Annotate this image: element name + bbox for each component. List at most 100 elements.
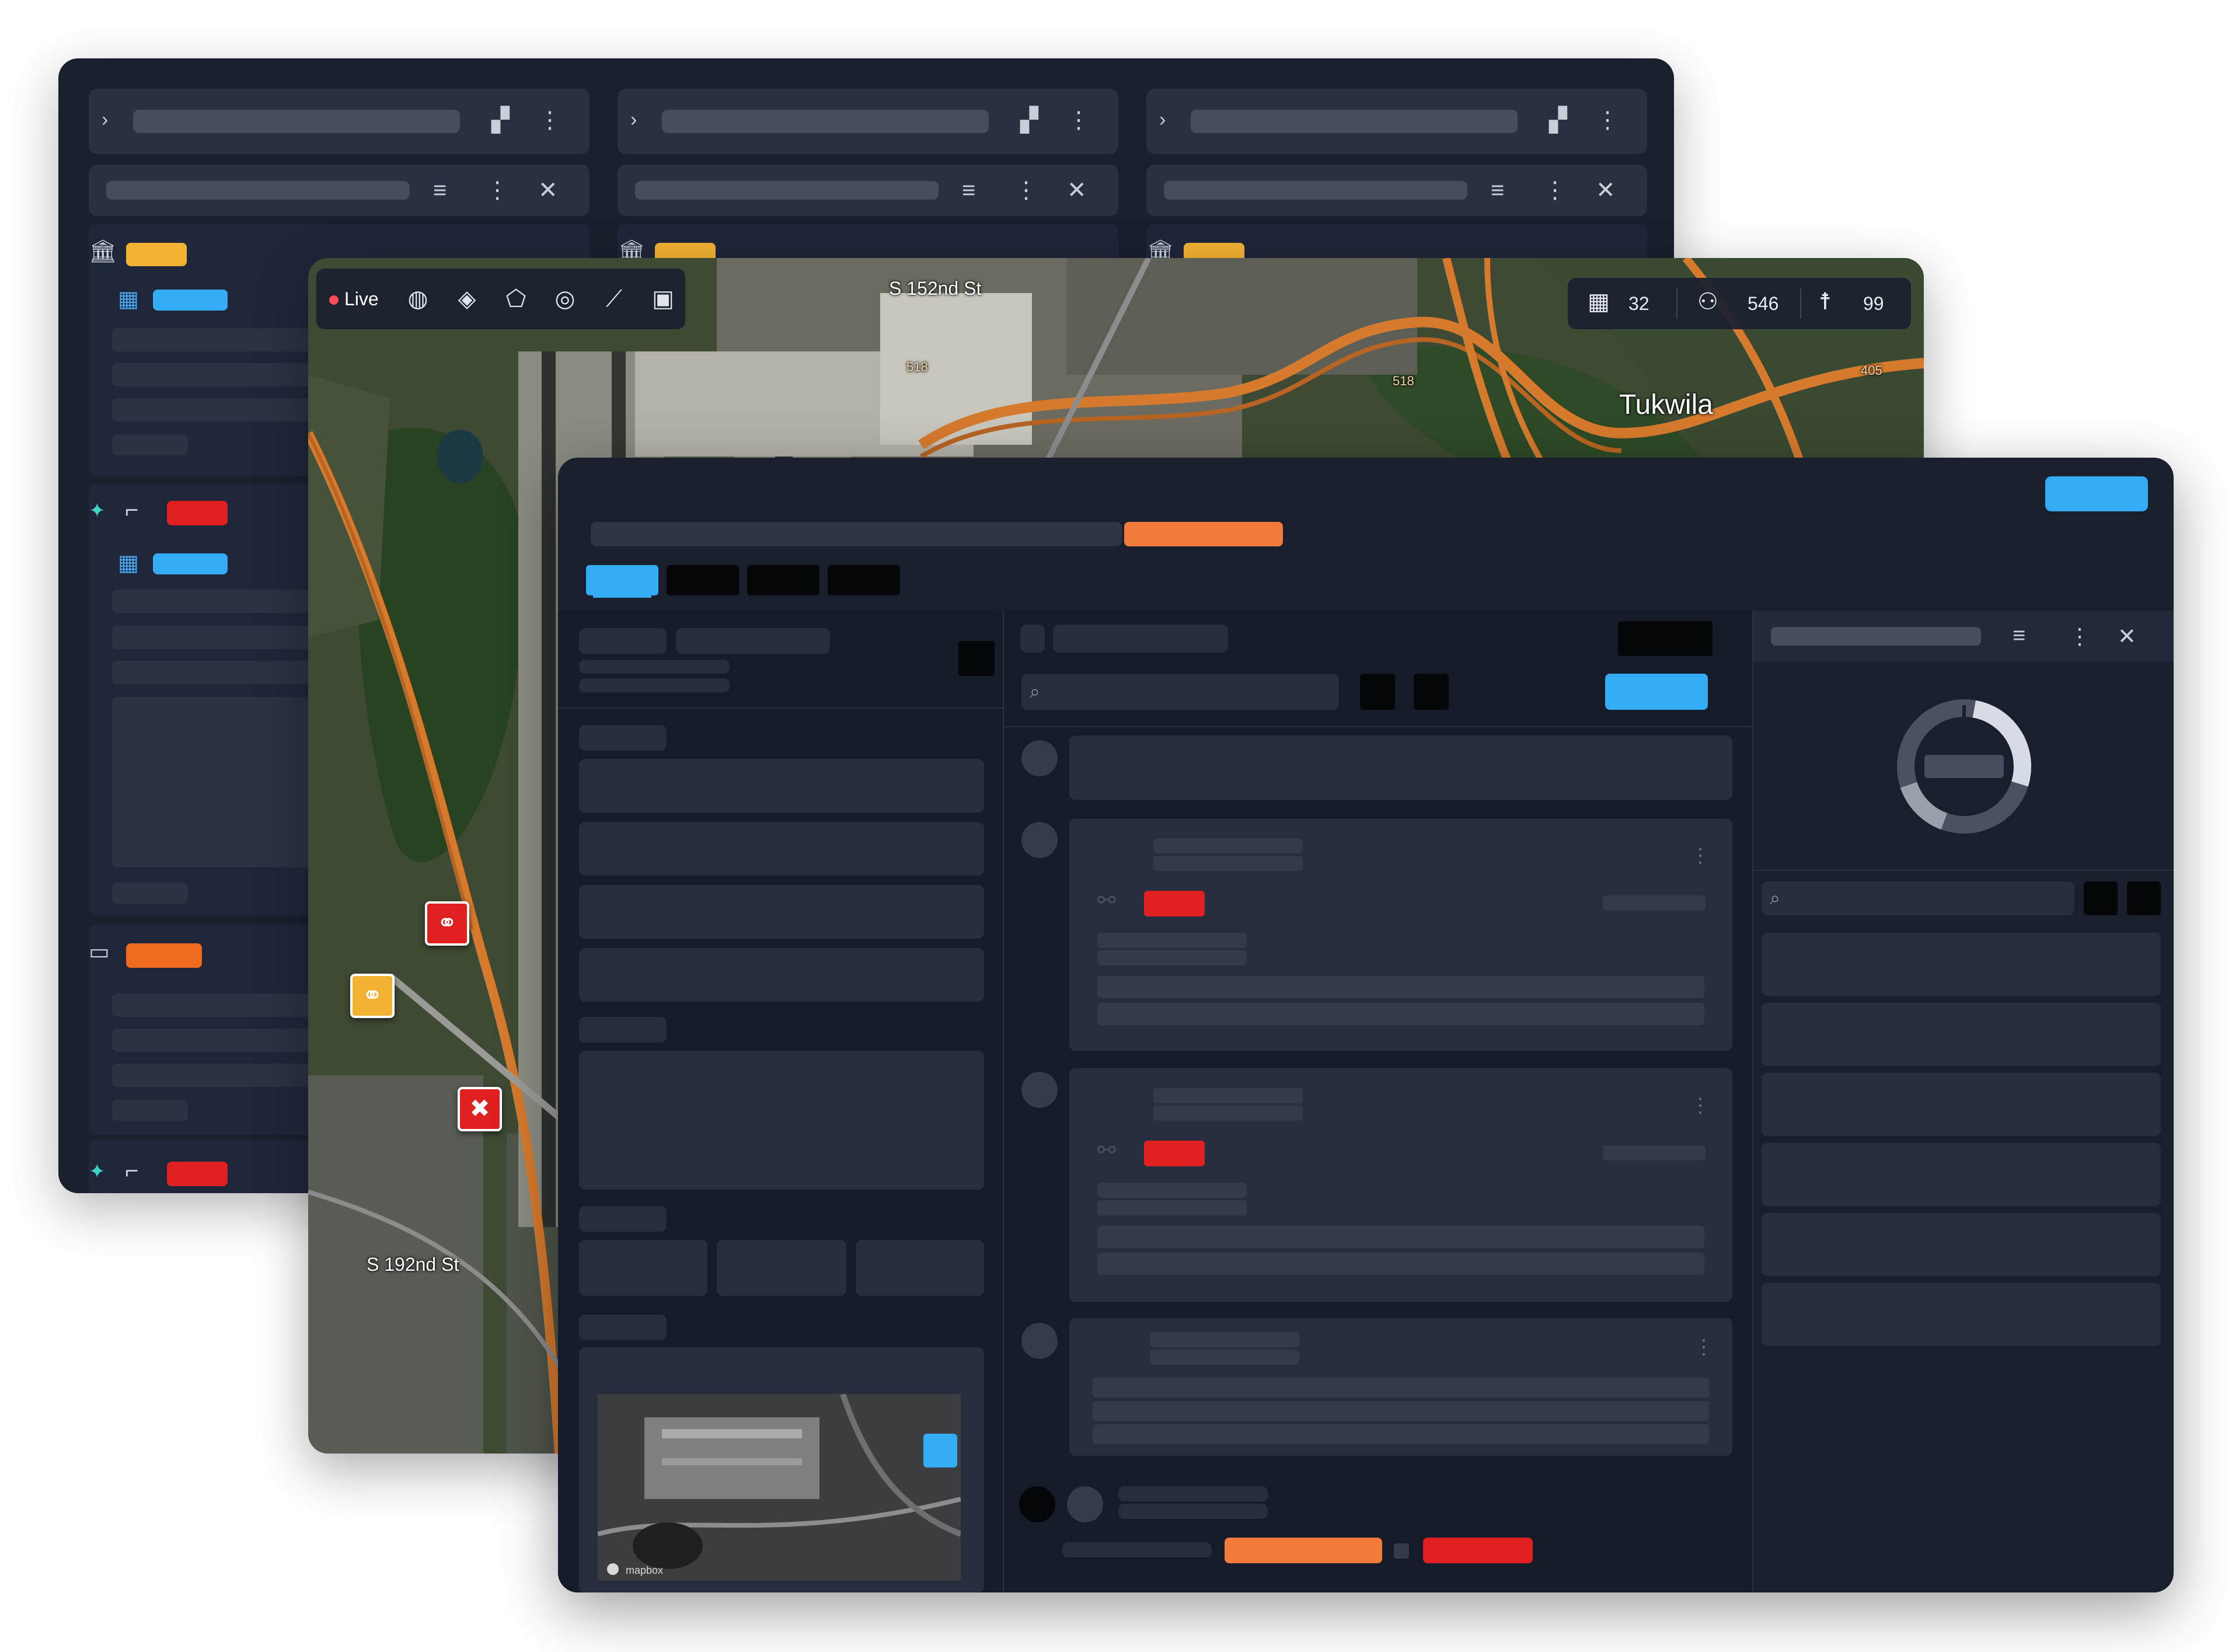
tag-badge bbox=[153, 553, 228, 574]
column-header: › ▞ ⋮ bbox=[1146, 89, 1647, 154]
feed-item[interactable]: ⋮ bbox=[1069, 1318, 1732, 1456]
live-label[interactable]: Live bbox=[344, 288, 379, 310]
filter-button[interactable] bbox=[1360, 674, 1395, 710]
bank-icon: 🏛 bbox=[89, 239, 117, 264]
text-placeholder bbox=[1093, 1378, 1709, 1397]
filter-bar: ≡ ⋮ ✕ bbox=[89, 165, 590, 216]
fire-marker[interactable]: ✖ bbox=[458, 1087, 502, 1131]
list-item[interactable] bbox=[579, 948, 984, 1002]
subtitle-placeholder bbox=[1153, 1106, 1303, 1121]
text-placeholder bbox=[1097, 1226, 1704, 1248]
presentation-icon[interactable]: ▣ bbox=[647, 283, 679, 315]
divider bbox=[1004, 726, 1752, 727]
close-icon[interactable]: ✕ bbox=[2118, 623, 2136, 650]
tab-active[interactable] bbox=[586, 565, 658, 595]
primary-action-button[interactable] bbox=[2045, 476, 2148, 511]
walker-count: 99 bbox=[1863, 293, 1884, 314]
section-label bbox=[579, 1017, 667, 1043]
add-panel-icon[interactable]: ▞ bbox=[491, 109, 510, 132]
more-vertical-icon[interactable]: ⋮ bbox=[1543, 179, 1567, 202]
polygon-icon[interactable]: ⬠ bbox=[500, 283, 532, 315]
route-label: 405 bbox=[1861, 363, 1882, 378]
more-vertical-icon[interactable]: ⋮ bbox=[1694, 1336, 1714, 1359]
globe-pin-icon[interactable]: ◍ bbox=[402, 283, 434, 315]
subheading-placeholder bbox=[579, 678, 730, 692]
search-icon: ⌕ bbox=[1030, 681, 1040, 702]
section-label bbox=[579, 1206, 667, 1232]
attribute-chip[interactable] bbox=[579, 1240, 707, 1296]
filter-icon[interactable]: ≡ bbox=[962, 179, 975, 202]
ruler-icon[interactable]: ⟋ bbox=[598, 283, 630, 315]
warning-marker[interactable]: ⚭ bbox=[350, 974, 395, 1018]
tab[interactable] bbox=[747, 565, 819, 595]
search-input[interactable]: ⌕ bbox=[1021, 674, 1339, 710]
alert-badge bbox=[167, 1162, 228, 1186]
building-icon: ▦ bbox=[1588, 289, 1610, 315]
expand-map-button[interactable] bbox=[923, 1434, 957, 1468]
attribute-chip[interactable] bbox=[717, 1240, 846, 1296]
menu-button[interactable] bbox=[958, 641, 995, 676]
list-item[interactable] bbox=[1762, 933, 2161, 996]
add-entry-button[interactable] bbox=[1605, 674, 1708, 710]
close-icon[interactable]: ✕ bbox=[538, 179, 558, 202]
list-item[interactable] bbox=[1762, 1003, 2161, 1066]
feed-item[interactable] bbox=[1069, 736, 1732, 800]
people-icon: ⚇ bbox=[1697, 289, 1718, 315]
text-placeholder bbox=[1097, 1183, 1247, 1198]
street-label: S 192nd St bbox=[367, 1254, 459, 1275]
action-button[interactable] bbox=[1618, 621, 1713, 656]
attribute-chip[interactable] bbox=[856, 1240, 984, 1296]
heading-placeholder bbox=[676, 628, 830, 654]
add-panel-icon[interactable]: ▞ bbox=[1020, 109, 1038, 132]
close-icon[interactable]: ✕ bbox=[1067, 179, 1087, 202]
more-vertical-icon[interactable]: ⋮ bbox=[1690, 1094, 1710, 1117]
list-item[interactable] bbox=[1762, 1213, 2161, 1276]
feed-item[interactable]: ⋮ ⚯ bbox=[1069, 1068, 1732, 1302]
tab[interactable] bbox=[667, 565, 739, 595]
more-vertical-icon[interactable]: ⋮ bbox=[2069, 623, 2091, 650]
more-vertical-icon[interactable]: ⋮ bbox=[1067, 109, 1090, 132]
chevron-right-icon[interactable]: › bbox=[102, 110, 108, 130]
filter-button[interactable] bbox=[2084, 881, 2118, 915]
list-item[interactable] bbox=[1762, 1143, 2161, 1206]
details-pane: mapbox bbox=[558, 611, 1004, 1592]
more-vertical-icon[interactable]: ⋮ bbox=[486, 179, 509, 202]
alert-marker[interactable]: ⚭ bbox=[425, 901, 469, 946]
more-vertical-icon[interactable]: ⋮ bbox=[1014, 179, 1038, 202]
incident-window: mapbox ⌕ ⋮ ⚯ ⋮ ⚯ ⋮ ≡ ⋮ ✕ ⌕ bbox=[558, 458, 2174, 1592]
activity-pane: ⌕ ⋮ ⚯ ⋮ ⚯ ⋮ bbox=[1004, 611, 1752, 1592]
more-vertical-icon[interactable]: ⋮ bbox=[1596, 109, 1619, 132]
column-title-placeholder bbox=[133, 110, 460, 133]
more-vertical-icon[interactable]: ⋮ bbox=[1690, 844, 1710, 867]
list-item[interactable] bbox=[1762, 1283, 2161, 1346]
filter-icon[interactable]: ≡ bbox=[433, 179, 447, 202]
people-count: 546 bbox=[1748, 293, 1779, 314]
more-vertical-icon[interactable]: ⋮ bbox=[538, 109, 562, 132]
sort-button[interactable] bbox=[2127, 881, 2161, 915]
layers-icon[interactable]: ◈ bbox=[451, 283, 483, 315]
subtitle-placeholder bbox=[1150, 1350, 1299, 1365]
sort-button[interactable] bbox=[1414, 674, 1449, 710]
location-minimap[interactable] bbox=[598, 1394, 961, 1581]
list-item[interactable] bbox=[579, 885, 984, 939]
divider bbox=[1800, 288, 1801, 319]
tab[interactable] bbox=[828, 565, 900, 595]
chevron-right-icon[interactable]: › bbox=[1159, 110, 1166, 130]
link-icon: ⚯ bbox=[1097, 1138, 1116, 1163]
add-panel-icon[interactable]: ▞ bbox=[1549, 109, 1567, 132]
list-item[interactable] bbox=[579, 822, 984, 876]
filter-icon[interactable]: ≡ bbox=[1491, 179, 1504, 202]
globe-icon[interactable]: ◎ bbox=[549, 283, 581, 315]
status-badge bbox=[126, 243, 187, 266]
list-item[interactable] bbox=[579, 759, 984, 813]
title-placeholder bbox=[1153, 838, 1303, 853]
notes-block[interactable] bbox=[579, 1051, 984, 1190]
filter-icon[interactable]: ≡ bbox=[2013, 623, 2025, 649]
list-item[interactable] bbox=[1762, 1073, 2161, 1136]
avatar bbox=[1021, 1072, 1058, 1108]
feed-item[interactable]: ⋮ ⚯ bbox=[1069, 818, 1732, 1051]
search-input[interactable]: ⌕ bbox=[1762, 881, 2074, 915]
close-icon[interactable]: ✕ bbox=[1596, 179, 1616, 202]
chevron-right-icon[interactable]: › bbox=[630, 110, 637, 130]
priority-badge bbox=[1225, 1538, 1382, 1563]
